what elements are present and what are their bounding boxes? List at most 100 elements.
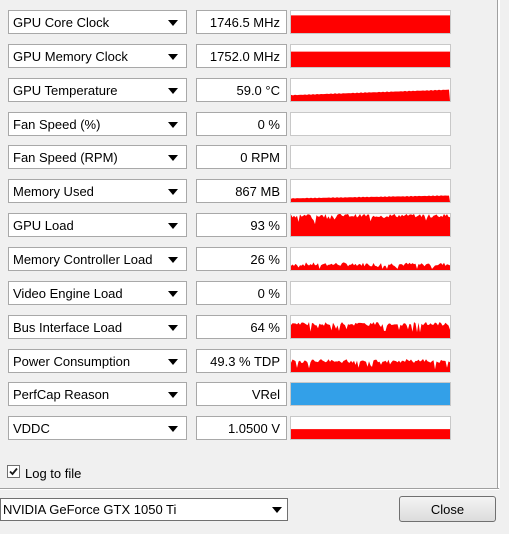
sensor-graph-plot: [291, 322, 450, 338]
sensor-value: 59.0 °C: [236, 83, 280, 98]
sensor-graph: [290, 179, 451, 203]
sensor-graph: [290, 349, 451, 373]
sensor-value-box: 59.0 °C: [196, 78, 287, 102]
sensor-name: VDDC: [13, 421, 50, 436]
sensor-name: Memory Controller Load: [13, 252, 153, 267]
sensor-value: 1746.5 MHz: [209, 15, 280, 30]
chevron-down-icon: [168, 359, 178, 365]
sensor-value-box: 0 %: [196, 281, 287, 305]
chevron-down-icon: [168, 223, 178, 229]
sensor-graph-plot: [291, 51, 450, 67]
sensor-name-dropdown[interactable]: Power Consumption: [8, 349, 187, 373]
sensor-graph-area: [291, 429, 450, 439]
sensor-graph: [290, 281, 451, 305]
sensor-name: GPU Temperature: [13, 83, 118, 98]
log-to-file-checkbox[interactable]: [7, 465, 20, 478]
chevron-down-icon: [168, 122, 178, 128]
chevron-down-icon: [168, 189, 178, 195]
sensor-name-dropdown[interactable]: Memory Controller Load: [8, 247, 187, 271]
sensor-graph-area: [291, 322, 450, 338]
sensor-name-dropdown[interactable]: VDDC: [8, 416, 187, 440]
chevron-down-icon: [168, 426, 178, 432]
sensor-graph-plot: [291, 262, 450, 270]
sensor-value: 26 %: [250, 252, 280, 267]
sensor-graph-plot: [291, 359, 450, 372]
chevron-down-icon: [168, 155, 178, 161]
sensor-graph-plot: [291, 214, 450, 236]
sensor-name-dropdown[interactable]: GPU Load: [8, 213, 187, 237]
sensor-value: 0 RPM: [240, 150, 280, 165]
sensor-graph: [290, 145, 451, 169]
sensor-value: 867 MB: [235, 184, 280, 199]
sensor-name: Fan Speed (%): [13, 117, 101, 132]
sensor-graph-plot: [291, 429, 450, 439]
sensor-name: GPU Core Clock: [13, 15, 110, 30]
sensor-graph-plot: [291, 89, 450, 101]
sensor-graph-area: [291, 383, 450, 405]
gpu-select-value: NVIDIA GeForce GTX 1050 Ti: [3, 502, 177, 517]
panel-bottom-separator: [0, 488, 499, 490]
sensor-graph-plot: [291, 282, 450, 304]
sensor-value: 1752.0 MHz: [209, 49, 280, 64]
sensor-graph: [290, 416, 451, 440]
sensor-graph-plot: [291, 195, 450, 202]
chevron-down-icon: [168, 88, 178, 94]
sensor-name: Fan Speed (RPM): [13, 150, 118, 165]
chevron-down-icon: [168, 325, 178, 331]
chevron-down-icon: [168, 257, 178, 263]
sensor-value-box: 1752.0 MHz: [196, 44, 287, 68]
sensor-graph: [290, 315, 451, 339]
sensor-value-box: VRel: [196, 382, 287, 406]
sensor-name: Video Engine Load: [13, 286, 123, 301]
sensor-name-dropdown[interactable]: PerfCap Reason: [8, 382, 187, 406]
sensor-name: Power Consumption: [13, 354, 131, 369]
gpu-select-dropdown[interactable]: NVIDIA GeForce GTX 1050 Ti: [0, 498, 288, 521]
sensor-name: Memory Used: [13, 184, 94, 199]
sensor-graph-area: [291, 195, 450, 202]
chevron-down-icon: [272, 507, 282, 513]
sensor-graph: [290, 382, 451, 406]
sensor-value: 0 %: [257, 286, 280, 301]
sensor-value-box: 26 %: [196, 247, 287, 271]
sensor-value: 93 %: [250, 218, 280, 233]
sensor-name-dropdown[interactable]: Memory Used: [8, 179, 187, 203]
log-to-file-label[interactable]: Log to file: [25, 466, 81, 481]
sensor-graph-plot: [291, 383, 450, 405]
checkmark-icon: [9, 467, 18, 476]
sensor-name-dropdown[interactable]: GPU Core Clock: [8, 10, 187, 34]
sensor-name-dropdown[interactable]: GPU Temperature: [8, 78, 187, 102]
chevron-down-icon: [168, 291, 178, 297]
sensor-value-box: 1.0500 V: [196, 416, 287, 440]
sensor-graph-plot: [291, 15, 450, 33]
sensor-value: 1.0500 V: [227, 421, 280, 436]
sensor-graph-area: [291, 214, 450, 236]
sensor-value: 64 %: [250, 320, 280, 335]
sensor-name: GPU Load: [13, 218, 74, 233]
sensor-graph: [290, 112, 451, 136]
sensor-value: 0 %: [257, 117, 280, 132]
sensor-graph: [290, 10, 451, 34]
sensor-value-box: 64 %: [196, 315, 287, 339]
sensor-name-dropdown[interactable]: Video Engine Load: [8, 281, 187, 305]
sensor-value: VRel: [251, 387, 280, 402]
sensor-value-box: 1746.5 MHz: [196, 10, 287, 34]
panel-right-separator: [497, 0, 500, 488]
close-button[interactable]: Close: [399, 496, 496, 522]
sensor-value-box: 0 RPM: [196, 145, 287, 169]
sensor-graph-plot: [291, 146, 450, 168]
sensor-name-dropdown[interactable]: GPU Memory Clock: [8, 44, 187, 68]
sensor-graph-plot: [291, 113, 450, 135]
sensor-graph: [290, 78, 451, 102]
sensor-value-box: 93 %: [196, 213, 287, 237]
sensor-graph-area: [291, 15, 450, 33]
sensor-value: 49.3 % TDP: [210, 354, 280, 369]
sensor-name-dropdown[interactable]: Bus Interface Load: [8, 315, 187, 339]
sensor-name-dropdown[interactable]: Fan Speed (RPM): [8, 145, 187, 169]
sensor-name: GPU Memory Clock: [13, 49, 128, 64]
sensor-graph: [290, 213, 451, 237]
chevron-down-icon: [168, 20, 178, 26]
chevron-down-icon: [168, 54, 178, 60]
sensor-value-box: 0 %: [196, 112, 287, 136]
sensor-value-box: 49.3 % TDP: [196, 349, 287, 373]
sensor-name-dropdown[interactable]: Fan Speed (%): [8, 112, 187, 136]
